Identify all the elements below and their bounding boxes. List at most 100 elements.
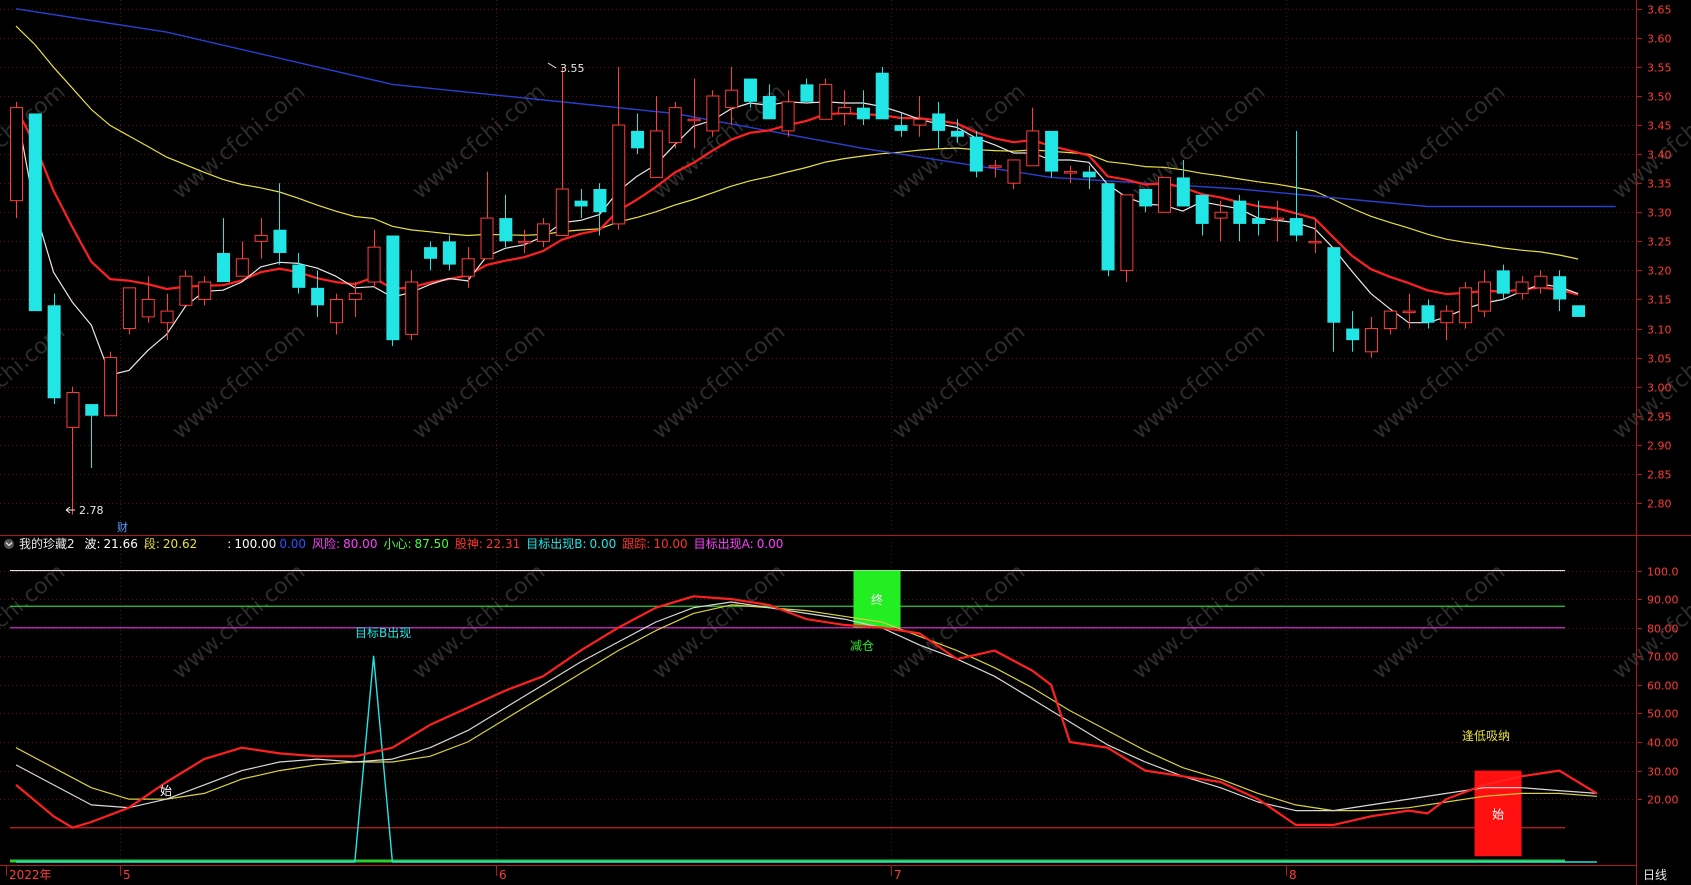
candle[interactable]: [47, 293, 61, 405]
candle-body: [10, 107, 23, 202]
candle-body: [104, 357, 118, 417]
candle-body: [725, 89, 739, 109]
candle-body: [386, 235, 400, 341]
candle-body: [1421, 305, 1435, 323]
candle-body: [1534, 275, 1548, 289]
candle-body: [367, 246, 381, 283]
price-tick-label: 3.15: [1647, 294, 1672, 307]
buy-on-dip-label: 逢低吸纳: [1462, 729, 1510, 743]
financial-report-marker[interactable]: 财: [117, 520, 128, 534]
candle-body: [781, 101, 795, 132]
candle[interactable]: [1120, 194, 1134, 283]
candle-body: [28, 113, 42, 312]
indicator-item-value: 0.00: [590, 537, 617, 551]
price-tick-label: 3.60: [1647, 33, 1672, 46]
candle-body: [875, 72, 889, 120]
candle-body: [1139, 189, 1153, 207]
candle-body: [1365, 328, 1379, 353]
candle-body: [122, 287, 136, 330]
candle-body: [856, 107, 870, 120]
candle-body: [969, 136, 983, 172]
high-price-label: 3.55: [560, 62, 585, 75]
entry-signal-zone[interactable]: 始: [1474, 770, 1522, 857]
candle-body: [1101, 183, 1115, 271]
candle-body: [311, 287, 325, 306]
candle-body: [1214, 211, 1228, 219]
low-price-label: 2.78: [79, 504, 104, 517]
osc-tick-label: 60.00: [1647, 680, 1679, 693]
period-label[interactable]: 日线: [1643, 868, 1667, 882]
indicator-item-value: 22.31: [486, 537, 520, 551]
candle[interactable]: [10, 101, 23, 219]
price-tick-label: 3.40: [1647, 149, 1672, 162]
stock-chart[interactable]: www.cfchi.com www.cfchi.com www.cfchi.com w…: [0, 0, 1691, 885]
start-signal-label-left: 始: [160, 784, 172, 798]
indicator-item-label: 目标出现B:: [526, 537, 586, 551]
osc-tick-label: 90.00: [1647, 594, 1679, 607]
candle-body: [762, 96, 776, 120]
osc-tick-label: 20.00: [1647, 794, 1679, 807]
indicator-item-value: 10.00: [653, 537, 687, 551]
osc-tick-label: 50.00: [1647, 708, 1679, 721]
candle-body: [743, 78, 757, 102]
candle[interactable]: [706, 90, 720, 137]
candle[interactable]: [1459, 282, 1473, 329]
indicator-item-label: 小心:: [383, 537, 411, 551]
candle-body: [292, 264, 306, 288]
candle[interactable]: [104, 351, 118, 417]
candle-body: [988, 165, 1002, 168]
candle-body: [1402, 310, 1416, 314]
candle-body: [631, 130, 645, 149]
candle[interactable]: [969, 130, 983, 178]
candle[interactable]: [875, 66, 889, 120]
indicator-item-label: 风险:: [312, 536, 340, 551]
candle[interactable]: [668, 101, 682, 149]
candle-body: [273, 229, 287, 253]
candle[interactable]: [1572, 305, 1586, 317]
indicator-item-value: 87.50: [415, 537, 449, 551]
candle[interactable]: [386, 235, 400, 346]
time-tick-label: 8: [1289, 868, 1297, 882]
osc-tick-label: 100.0: [1647, 566, 1679, 579]
candle-body: [1176, 177, 1190, 207]
time-tick-label: 7: [894, 868, 902, 882]
candle[interactable]: [819, 78, 833, 120]
candle-body: [593, 189, 607, 213]
candle-body: [1515, 281, 1529, 295]
candle-body: [1063, 171, 1077, 174]
reduce-position-label: 减仓: [850, 639, 874, 653]
osc-tick-label: 80.00: [1647, 623, 1679, 636]
svg-text:我的珍藏2 波:21.66段:20.62:100.0: 我的珍藏2 波: 21.66 段: 20.62:100.00 0.00 风险: 80.00 小…: [19, 536, 783, 551]
candle-body: [1477, 281, 1491, 312]
candle[interactable]: [1158, 176, 1172, 213]
time-tick-label: 5: [123, 868, 131, 882]
candle-body: [1553, 276, 1567, 300]
candle-body: [951, 130, 964, 137]
price-tick-label: 3.25: [1647, 236, 1672, 249]
price-tick-label: 3.65: [1647, 4, 1672, 17]
candle-body: [894, 125, 908, 131]
indicator-menu-icon[interactable]: [4, 539, 14, 549]
candle-body: [1327, 247, 1341, 323]
time-tick-label: 6: [499, 868, 507, 882]
candle[interactable]: [28, 113, 42, 312]
candle-body: [1158, 176, 1172, 213]
candle-body: [179, 275, 193, 306]
price-tick-label: 3.00: [1647, 382, 1672, 395]
candle-body: [819, 83, 833, 120]
indicator-item-label: 目标出现A:: [694, 537, 754, 551]
indicator-item-value: 20.62: [163, 537, 197, 551]
candle-body: [838, 107, 852, 114]
candle-body: [1082, 171, 1096, 178]
candle[interactable]: [1101, 183, 1115, 277]
candle[interactable]: [1045, 130, 1059, 178]
candle-body: [1007, 159, 1021, 184]
candle-body: [254, 235, 268, 242]
candle-body: [1383, 310, 1397, 330]
candle-body: [1346, 328, 1360, 341]
indicator-item-label: 波:: [84, 537, 100, 551]
candle[interactable]: [122, 287, 136, 335]
candle-body: [66, 391, 80, 428]
candle-body: [1270, 217, 1284, 221]
candle-body: [1459, 287, 1473, 324]
